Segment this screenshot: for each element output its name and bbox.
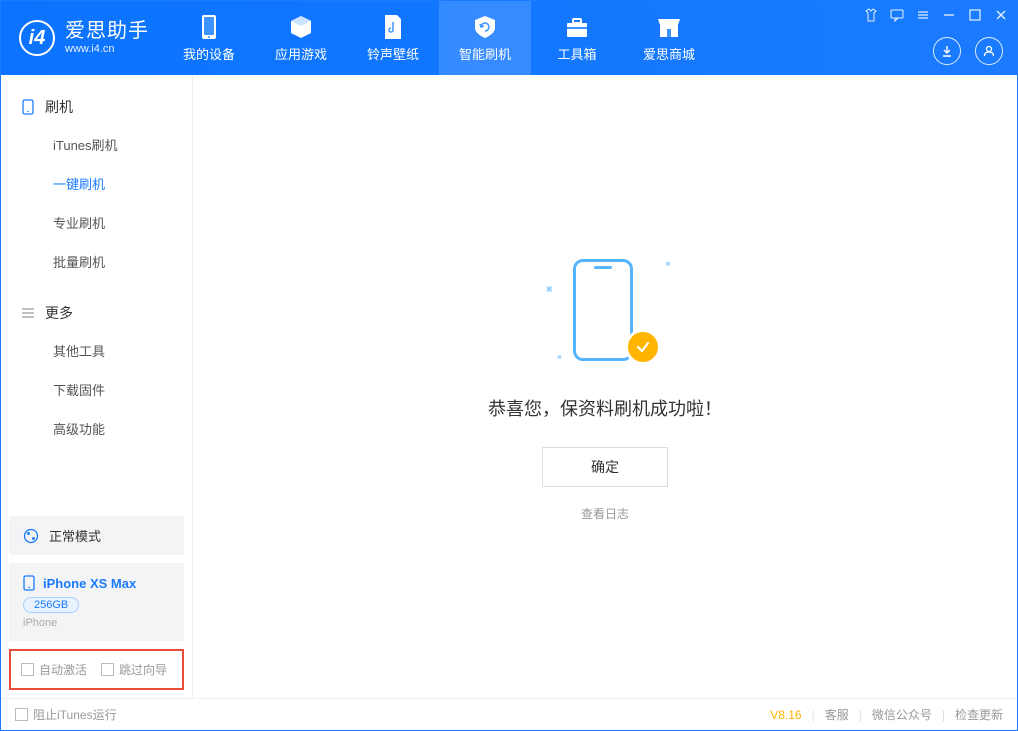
list-icon bbox=[21, 306, 35, 320]
toolbox-icon bbox=[564, 14, 590, 40]
status-icon bbox=[23, 528, 39, 544]
cube-icon bbox=[288, 14, 314, 40]
logo-text: 爱思助手 www.i4.cn bbox=[65, 19, 149, 56]
statusbar-left: 阻止iTunes运行 bbox=[15, 706, 117, 723]
sidebar-options-highlighted: 自动激活 跳过向导 bbox=[9, 649, 184, 690]
phone-icon bbox=[196, 14, 222, 40]
checkbox-skip-guide[interactable]: 跳过向导 bbox=[101, 661, 167, 678]
sidebar-section-more: 更多 其他工具 下载固件 高级功能 bbox=[1, 281, 192, 448]
device-type: iPhone bbox=[23, 617, 170, 629]
checkbox-block-itunes[interactable]: 阻止iTunes运行 bbox=[15, 706, 117, 723]
ok-button[interactable]: 确定 bbox=[542, 447, 668, 487]
user-button[interactable] bbox=[975, 37, 1003, 65]
refresh-shield-icon bbox=[472, 14, 498, 40]
sidebar-section-flash: 刷机 iTunes刷机 一键刷机 专业刷机 批量刷机 bbox=[1, 75, 192, 281]
nav-toolbox[interactable]: 工具箱 bbox=[531, 1, 623, 75]
device-storage-badge: 256GB bbox=[23, 597, 79, 613]
divider: | bbox=[942, 708, 945, 722]
checkbox-label: 阻止iTunes运行 bbox=[33, 706, 117, 723]
tshirt-icon[interactable] bbox=[863, 7, 879, 23]
check-update-link[interactable]: 检查更新 bbox=[955, 706, 1003, 723]
device-name-row: iPhone XS Max bbox=[23, 575, 170, 591]
download-button[interactable] bbox=[933, 37, 961, 65]
sidebar-list-more: 其他工具 下载固件 高级功能 bbox=[1, 331, 192, 448]
checkbox-label: 自动激活 bbox=[39, 661, 87, 678]
body: 刷机 iTunes刷机 一键刷机 专业刷机 批量刷机 更多 其他工具 下载固件 bbox=[1, 75, 1017, 698]
titlebar-right-actions bbox=[933, 37, 1003, 65]
nav-label: 爱思商城 bbox=[643, 44, 695, 63]
app-logo-icon: i4 bbox=[19, 20, 55, 56]
status-label: 正常模式 bbox=[49, 526, 101, 545]
nav-label: 铃声壁纸 bbox=[367, 44, 419, 63]
nav-ringtone-wallpaper[interactable]: 铃声壁纸 bbox=[347, 1, 439, 75]
maximize-button[interactable] bbox=[967, 7, 983, 23]
store-icon bbox=[656, 14, 682, 40]
sidebar-item-oneclick-flash[interactable]: 一键刷机 bbox=[1, 164, 192, 203]
checkbox-label: 跳过向导 bbox=[119, 661, 167, 678]
sparkle-icon: ✦ bbox=[539, 279, 559, 299]
checkbox-auto-activate[interactable]: 自动激活 bbox=[21, 661, 87, 678]
version-label: V8.16 bbox=[770, 708, 801, 722]
nav-my-device[interactable]: 我的设备 bbox=[163, 1, 255, 75]
top-nav: 我的设备 应用游戏 铃声壁纸 智能刷机 bbox=[163, 1, 715, 75]
nav-label: 智能刷机 bbox=[459, 44, 511, 63]
sidebar-item-advanced[interactable]: 高级功能 bbox=[1, 409, 192, 448]
device-small-icon bbox=[21, 100, 35, 114]
view-log-link[interactable]: 查看日志 bbox=[581, 505, 629, 522]
app-url: www.i4.cn bbox=[65, 43, 149, 56]
sidebar-header-more[interactable]: 更多 bbox=[1, 295, 192, 331]
feedback-icon[interactable] bbox=[889, 7, 905, 23]
sparkle-icon: ✦ bbox=[660, 258, 674, 272]
nav-apps-games[interactable]: 应用游戏 bbox=[255, 1, 347, 75]
section-title: 刷机 bbox=[45, 97, 73, 117]
device-mode-status[interactable]: 正常模式 bbox=[9, 516, 184, 555]
device-phone-icon bbox=[23, 575, 35, 591]
statusbar: 阻止iTunes运行 V8.16 | 客服 | 微信公众号 | 检查更新 bbox=[1, 698, 1017, 730]
logo-area: i4 爱思助手 www.i4.cn bbox=[1, 1, 163, 75]
sidebar-item-download-firmware[interactable]: 下载固件 bbox=[1, 370, 192, 409]
divider: | bbox=[859, 708, 862, 722]
checkbox-icon bbox=[15, 708, 28, 721]
support-link[interactable]: 客服 bbox=[825, 706, 849, 723]
success-check-icon bbox=[625, 329, 661, 365]
menu-icon[interactable] bbox=[915, 7, 931, 23]
window-controls bbox=[863, 7, 1009, 23]
app-window: i4 爱思助手 www.i4.cn 我的设备 应用游戏 bbox=[0, 0, 1018, 731]
sidebar-list-flash: iTunes刷机 一键刷机 专业刷机 批量刷机 bbox=[1, 125, 192, 281]
device-name: iPhone XS Max bbox=[43, 576, 136, 591]
sidebar-item-other-tools[interactable]: 其他工具 bbox=[1, 331, 192, 370]
success-illustration: ✦ ✦ ✦ bbox=[545, 251, 665, 371]
close-button[interactable] bbox=[993, 7, 1009, 23]
minimize-button[interactable] bbox=[941, 7, 957, 23]
titlebar: i4 爱思助手 www.i4.cn 我的设备 应用游戏 bbox=[1, 1, 1017, 75]
app-title: 爱思助手 bbox=[65, 19, 149, 43]
main-content: ✦ ✦ ✦ 恭喜您，保资料刷机成功啦！ 确定 查看日志 bbox=[193, 75, 1017, 698]
sidebar-item-batch-flash[interactable]: 批量刷机 bbox=[1, 242, 192, 281]
sidebar-item-itunes-flash[interactable]: iTunes刷机 bbox=[1, 125, 192, 164]
device-card[interactable]: iPhone XS Max 256GB iPhone bbox=[9, 563, 184, 641]
nav-store[interactable]: 爱思商城 bbox=[623, 1, 715, 75]
sparkle-icon: ✦ bbox=[552, 351, 565, 364]
statusbar-right: V8.16 | 客服 | 微信公众号 | 检查更新 bbox=[770, 706, 1003, 723]
nav-smart-flash[interactable]: 智能刷机 bbox=[439, 1, 531, 75]
music-file-icon bbox=[380, 14, 406, 40]
checkbox-icon bbox=[101, 663, 114, 676]
nav-label: 我的设备 bbox=[183, 44, 235, 63]
sidebar-bottom: 正常模式 iPhone XS Max 256GB iPhone 自动激活 bbox=[1, 508, 192, 698]
sidebar-item-pro-flash[interactable]: 专业刷机 bbox=[1, 203, 192, 242]
section-title: 更多 bbox=[45, 303, 73, 323]
divider: | bbox=[812, 708, 815, 722]
nav-label: 工具箱 bbox=[557, 44, 596, 63]
wechat-link[interactable]: 微信公众号 bbox=[872, 706, 932, 723]
sidebar-header-flash[interactable]: 刷机 bbox=[1, 89, 192, 125]
nav-label: 应用游戏 bbox=[275, 44, 327, 63]
phone-illustration bbox=[573, 259, 633, 361]
success-message: 恭喜您，保资料刷机成功啦！ bbox=[488, 395, 722, 421]
sidebar: 刷机 iTunes刷机 一键刷机 专业刷机 批量刷机 更多 其他工具 下载固件 bbox=[1, 75, 193, 698]
checkbox-icon bbox=[21, 663, 34, 676]
